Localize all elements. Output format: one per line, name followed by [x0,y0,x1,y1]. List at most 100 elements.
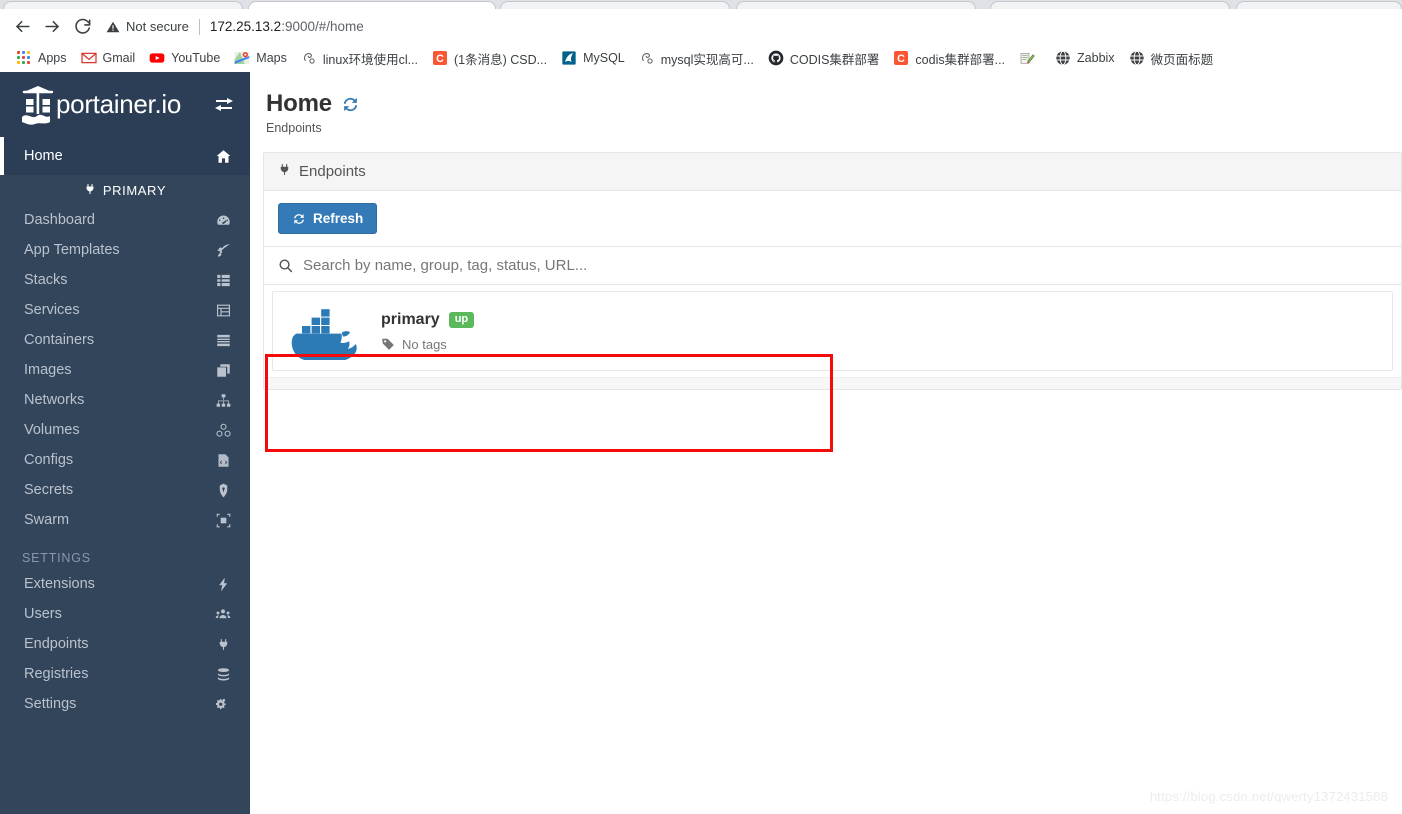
refresh-button[interactable]: Refresh [278,203,378,234]
browser-tab[interactable] [736,1,976,9]
sidebar-item-images[interactable]: Images [0,355,250,385]
sidebar-item-networks[interactable]: Networks [0,385,250,415]
home-icon [214,149,232,164]
main-content: Home Endpoints Endpoints Refresh Search … [250,72,1402,814]
browser-tab[interactable] [500,1,730,9]
endpoints-panel: Endpoints Refresh Search by name, group,… [263,152,1402,390]
github-icon [768,50,784,66]
sidebar-item-users[interactable]: Users [0,599,250,629]
docker-whale-icon [287,302,365,360]
sidebar-item-endpoints[interactable]: Endpoints [0,629,250,659]
sidebar-item-registries[interactable]: Registries [0,659,250,689]
generic-page-icon [301,50,317,66]
services-icon [214,303,232,318]
youtube-icon [149,50,165,66]
bookmark-mysql-ha[interactable]: mysql实现高可... [633,46,760,71]
bookmark-linux-cl[interactable]: linux环境使用cl... [295,46,424,71]
forward-button[interactable] [38,13,66,41]
bookmark-codis-github[interactable]: CODIS集群部署 [762,46,886,71]
url-path: :9000/#/home [281,19,364,34]
sidebar-item-extensions[interactable]: Extensions [0,569,250,599]
svg-text:C: C [436,53,444,65]
bookmark-csdn-1[interactable]: C (1条消息) CSD... [426,46,553,71]
bookmark-label: (1条消息) CSD... [454,52,548,67]
security-indicator[interactable]: Not secure [106,19,189,34]
volumes-icon [214,423,232,438]
sidebar-item-services[interactable]: Services [0,295,250,325]
sidebar-item-label: Containers [24,332,95,348]
bookmark-label: Zabbix [1077,51,1115,65]
sidebar-item-containers[interactable]: Containers [0,325,250,355]
bookmark-notepad[interactable] [1013,47,1047,69]
sidebar-item-dashboard[interactable]: Dashboard [0,205,250,235]
users-icon [214,607,232,622]
endpoint-tags: No tags [381,337,1378,352]
rocket-icon [214,243,232,258]
panel-footer [264,377,1401,389]
bookmark-label: Gmail [102,51,136,65]
sidebar-item-configs[interactable]: Configs [0,445,250,475]
gears-icon [214,697,232,712]
sidebar-item-label: Users [24,606,62,622]
browser-tab[interactable] [990,1,1230,9]
sidebar-item-volumes[interactable]: Volumes [0,415,250,445]
search-input[interactable] [303,257,1387,274]
sidebar-item-stacks[interactable]: Stacks [0,265,250,295]
bookmark-label: linux环境使用cl... [322,52,419,67]
plug-icon [278,162,291,181]
sidebar-item-secrets[interactable]: Secrets [0,475,250,505]
address-bar[interactable]: Not secure 172.25.13.2:9000/#/home [106,13,1394,40]
endpoint-card-primary[interactable]: primary up No tags [272,291,1393,371]
browser-tab-active[interactable] [248,1,496,9]
brand-header[interactable]: portainer.io [0,72,250,137]
sidebar-item-swarm[interactable]: Swarm [0,505,250,535]
portainer-app: portainer.io Home PRIMARY Dashboard App … [0,72,1402,814]
bolt-icon [214,577,232,592]
sidebar-item-label: Extensions [24,576,95,592]
sidebar-item-label: Dashboard [24,212,95,228]
endpoints-list: primary up No tags [264,291,1401,371]
back-button[interactable] [8,13,36,41]
secrets-icon [214,483,232,498]
bookmark-youtube[interactable]: YouTube [143,47,226,69]
watermark: https://blog.csdn.net/qwerty1372431588 [1149,789,1388,804]
reload-button[interactable] [68,13,96,41]
gmail-icon [80,50,97,66]
bookmark-csdn-2[interactable]: C codis集群部署... [887,46,1011,71]
endpoint-name-row: primary up [381,311,1378,329]
browser-tab[interactable] [3,1,243,9]
bookmark-label: Apps [38,51,67,65]
browser-tab[interactable] [1236,1,1402,9]
page-subtitle: Endpoints [266,121,322,135]
sidebar-item-label: Volumes [24,422,80,438]
portainer-logo-icon [18,83,58,127]
sidebar-item-label: Home [24,148,63,164]
sidebar-item-label: Networks [24,392,85,408]
search-icon [278,258,293,273]
bookmark-maps[interactable]: Maps [228,47,293,69]
sidebar-item-settings[interactable]: Settings [0,689,250,719]
bookmark-mysql[interactable]: MySQL [555,47,631,69]
images-icon [214,363,232,378]
browser-tab-strip [0,0,1402,9]
bookmarks-bar: Apps Gmail YouTube Maps linux环境使用cl... C… [0,44,1402,72]
brand-name: portainer.io [56,89,182,119]
url-host: 172.25.13.2 [209,19,282,34]
bookmark-label: codis集群部署... [915,52,1006,67]
bookmark-weiye[interactable]: 微页面标题 [1123,46,1220,71]
refresh-icon [292,212,306,226]
refresh-button-label: Refresh [313,211,364,226]
sidebar-item-label: Images [24,362,72,378]
bookmark-label: mysql实现高可... [660,52,754,67]
sidebar-item-label: Services [24,302,80,318]
page-title: Home [266,90,1402,118]
sidebar-item-home[interactable]: Home [0,137,250,175]
bookmark-gmail[interactable]: Gmail [75,47,142,69]
sidebar-item-app-templates[interactable]: App Templates [0,235,250,265]
refresh-icon[interactable] [341,95,360,114]
bookmark-zabbix[interactable]: Zabbix [1049,47,1121,69]
collapse-sidebar-icon[interactable] [214,97,234,113]
page-title-text: Home [266,90,332,117]
bookmark-apps[interactable]: Apps [10,47,73,69]
sidebar-item-label: App Templates [24,242,120,258]
